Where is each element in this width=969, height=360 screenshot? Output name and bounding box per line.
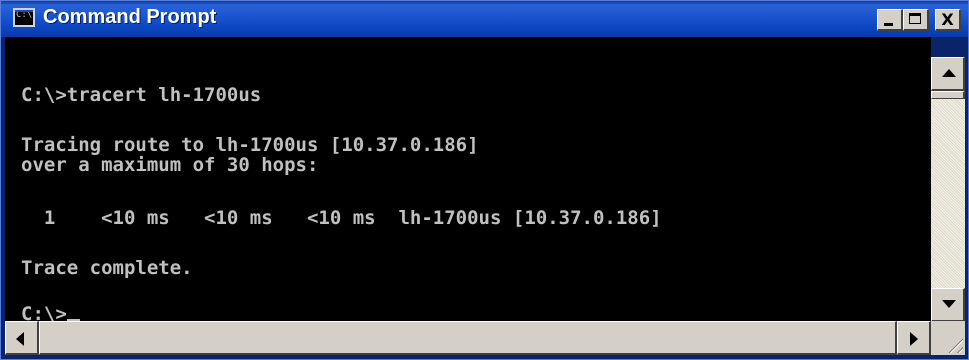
scroll-left-button[interactable]	[5, 321, 39, 355]
console-line-hop-1: 1 <10 ms <10 ms <10 ms lh-1700us [10.37.…	[21, 207, 662, 229]
maximize-button[interactable]	[903, 9, 929, 31]
arrow-up-icon	[942, 69, 956, 77]
console-line-complete: Trace complete.	[21, 257, 193, 279]
scroll-up-button[interactable]	[931, 57, 965, 91]
window-title: Command Prompt	[43, 6, 217, 28]
command-prompt-window: C:\ Command Prompt X C:\>tracert lh-1700…	[0, 0, 969, 360]
minimize-icon	[884, 23, 893, 26]
resize-grip-icon[interactable]	[931, 321, 965, 355]
horizontal-scrollbar[interactable]	[5, 321, 931, 355]
scroll-down-button[interactable]	[931, 288, 965, 322]
scroll-right-button[interactable]	[897, 321, 931, 355]
console-icon[interactable]: C:\	[13, 8, 35, 27]
console-line-prompt: C:\>	[21, 303, 80, 321]
prompt-text: C:\>	[21, 303, 67, 321]
console-line-command: C:\>tracert lh-1700us	[21, 84, 262, 106]
vertical-scroll-thumb[interactable]	[931, 91, 965, 99]
arrow-down-icon	[942, 300, 956, 308]
arrow-left-icon	[16, 332, 24, 346]
close-icon: X	[941, 10, 954, 29]
horizontal-scroll-thumb[interactable]	[39, 321, 897, 355]
arrow-right-icon	[910, 332, 918, 346]
vertical-scrollbar[interactable]	[931, 57, 965, 322]
console-line-max-hops: over a maximum of 30 hops:	[21, 154, 319, 176]
minimize-button[interactable]	[877, 9, 903, 31]
title-bar[interactable]: C:\ Command Prompt X	[1, 1, 968, 37]
console-output[interactable]: C:\>tracert lh-1700us Tracing route to l…	[5, 37, 931, 321]
close-button[interactable]: X	[935, 9, 961, 31]
maximize-icon	[909, 13, 921, 24]
console-line-tracing: Tracing route to lh-1700us [10.37.0.186]	[21, 134, 479, 156]
